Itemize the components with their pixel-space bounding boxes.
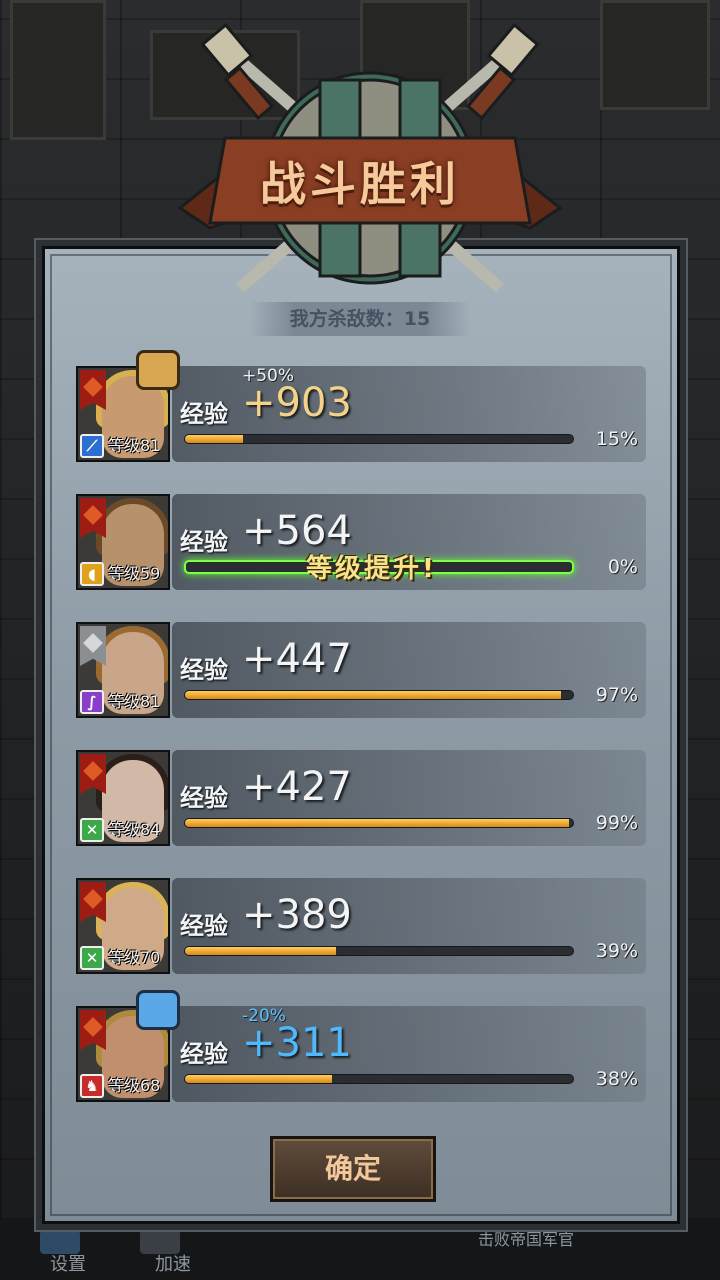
thumbs-down-icon (136, 990, 180, 1030)
exp-progress-bar (184, 434, 574, 444)
faction-banner-icon (80, 626, 106, 666)
staff-icon: ∫ (80, 690, 104, 714)
hero-portrait[interactable]: ∫ 等级81 (76, 622, 170, 718)
exp-value: +903 (242, 380, 352, 426)
exp-label: 经验 (180, 784, 228, 812)
faction-banner-icon (80, 754, 106, 794)
settings-button[interactable]: 设置 (50, 1250, 86, 1276)
hero-portrait[interactable]: ✕ 等级70 (76, 878, 170, 974)
exp-percent: 99% (595, 812, 638, 834)
faction-banner-icon (80, 498, 106, 538)
background-window (600, 0, 710, 110)
hero-row: ⟋ 等级81 +50% 经验 +903 15% (76, 350, 646, 462)
faction-banner-icon (80, 370, 106, 410)
exp-label: 经验 (180, 912, 228, 940)
exp-percent: 97% (595, 684, 638, 706)
exp-progress-bar (184, 1074, 574, 1084)
beast-icon: ♞ (80, 1074, 104, 1098)
kill-count: 我方杀敌数：15 (250, 302, 470, 336)
crossed-axes-icon: ✕ (80, 818, 104, 842)
exp-progress-bar (184, 818, 574, 828)
hero-row: ♞ 等级68 -20% 经验 +311 38% (76, 990, 646, 1102)
hero-row: ✕ 等级84 经验 +427 99% (76, 750, 646, 846)
hero-level: 等级70 (108, 948, 161, 967)
hero-row: ∫ 等级81 经验 +447 97% (76, 622, 646, 718)
exp-percent: 0% (607, 556, 638, 578)
exp-value: +311 (242, 1020, 352, 1066)
confirm-button[interactable]: 确定 (270, 1136, 436, 1202)
crossed-axes-icon: ✕ (80, 946, 104, 970)
shield-icon: ◖ (80, 562, 104, 586)
exp-progress-fill (185, 947, 337, 955)
exp-label: 经验 (180, 1040, 228, 1068)
exp-label: 经验 (180, 656, 228, 684)
hero-portrait[interactable]: ◖ 等级59 (76, 494, 170, 590)
thumbs-up-icon (136, 350, 180, 390)
hero-row: ✕ 等级70 经验 +389 39% (76, 878, 646, 974)
hero-level: 等级59 (108, 564, 161, 583)
hero-row: ◖ 等级59 经验 +564 等级提升! 0% (76, 494, 646, 590)
exp-percent: 15% (595, 428, 638, 450)
speed-button[interactable]: 加速 (155, 1250, 191, 1276)
exp-value: +389 (242, 892, 352, 938)
background-window (10, 0, 106, 140)
faction-banner-icon (80, 1010, 106, 1050)
hero-portrait[interactable]: ✕ 等级84 (76, 750, 170, 846)
exp-value: +427 (242, 764, 352, 810)
exp-label: 经验 (180, 528, 228, 556)
hero-level: 等级84 (108, 820, 161, 839)
exp-percent: 38% (595, 1068, 638, 1090)
sword-icon: ⟋ (80, 434, 104, 458)
exp-label: 经验 (180, 400, 228, 428)
exp-progress-bar (184, 946, 574, 956)
exp-progress-fill (185, 691, 562, 699)
exp-value: +447 (242, 636, 352, 682)
exp-progress-bar (184, 690, 574, 700)
exp-progress-fill (185, 435, 244, 443)
hero-level: 等级68 (108, 1076, 161, 1095)
hero-level: 等级81 (108, 436, 161, 455)
level-up-text: 等级提升! (306, 554, 437, 584)
faction-banner-icon (80, 882, 106, 922)
exp-progress-fill (185, 819, 570, 827)
victory-title: 战斗胜利 (260, 157, 460, 211)
exp-percent: 39% (595, 940, 638, 962)
hero-level: 等级81 (108, 692, 161, 711)
exp-progress-fill (185, 1075, 333, 1083)
